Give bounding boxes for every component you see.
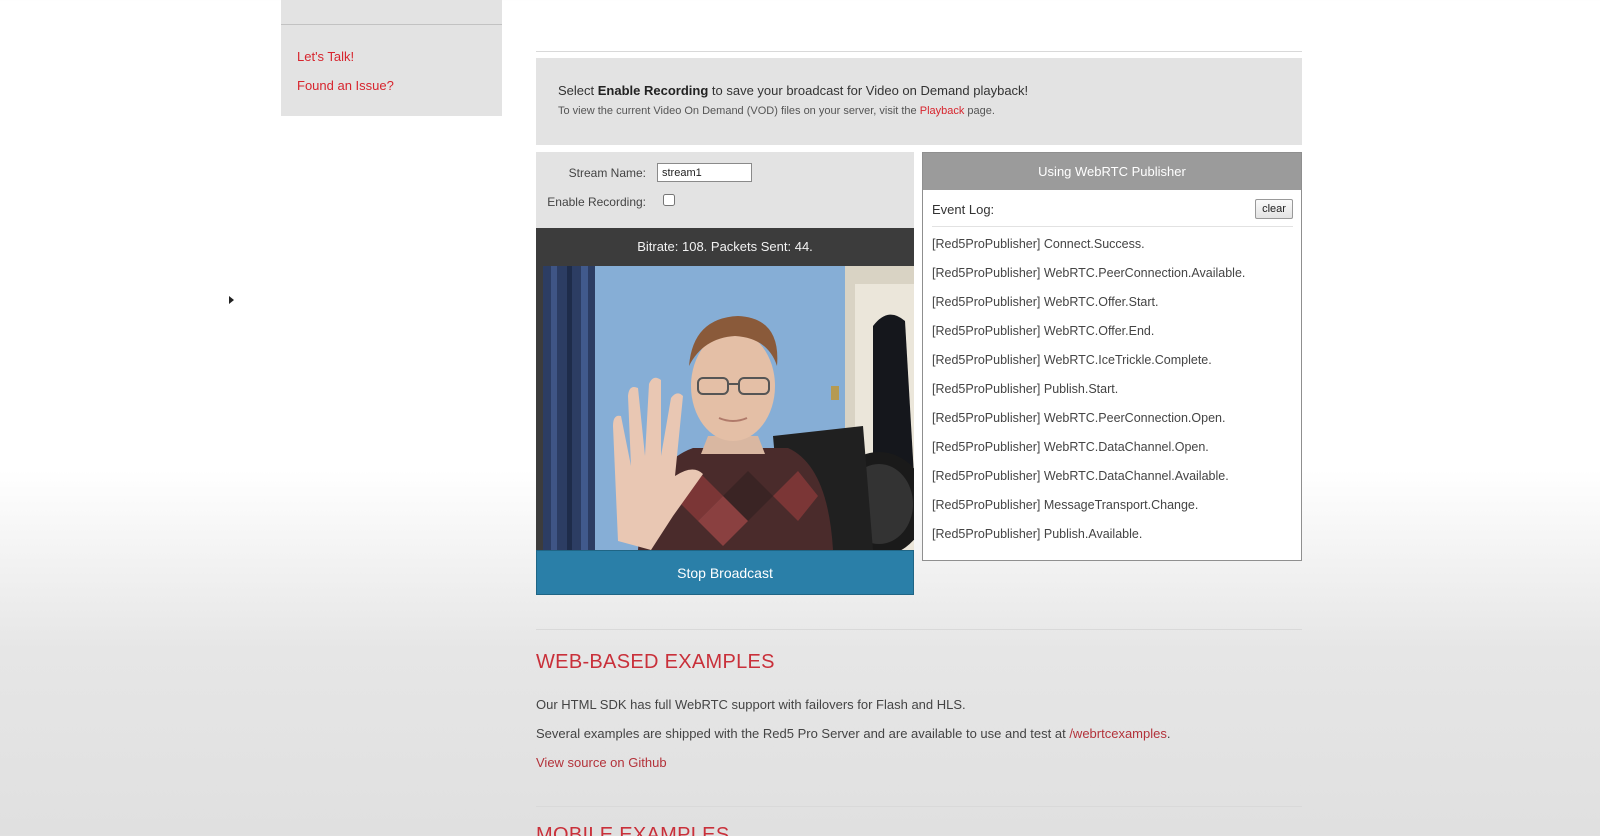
sidebar-divider xyxy=(281,24,502,25)
event-log-item: [Red5ProPublisher] WebRTC.IceTrickle.Com… xyxy=(932,353,1212,367)
info-text: to save your broadcast for Video on Dema… xyxy=(708,83,1029,98)
event-log-item: [Red5ProPublisher] WebRTC.PeerConnection… xyxy=(932,411,1226,425)
event-log-item: [Red5ProPublisher] Connect.Success. xyxy=(932,237,1145,251)
publisher-panel-title: Using WebRTC Publisher xyxy=(923,153,1301,190)
webcam-person-image xyxy=(543,266,914,550)
info-text: page. xyxy=(964,105,995,117)
web-examples-para-1: Our HTML SDK has full WebRTC support wit… xyxy=(536,697,966,712)
github-source-link[interactable]: View source on Github xyxy=(536,755,667,770)
video-preview xyxy=(543,266,914,550)
publisher-settings-form: Stream Name: Enable Recording: xyxy=(536,152,914,228)
video-panel: Bitrate: 108. Packets Sent: 44. Stop Bro… xyxy=(536,228,914,595)
top-divider xyxy=(536,51,1302,52)
info-text: Select xyxy=(558,83,598,98)
recording-info-box: Select Enable Recording to save your bro… xyxy=(536,58,1302,145)
para-text: Several examples are shipped with the Re… xyxy=(536,726,1070,741)
playback-link[interactable]: Playback xyxy=(920,105,965,117)
stream-name-label: Stream Name: xyxy=(568,166,646,180)
mobile-examples-heading: MOBILE EXAMPLES xyxy=(536,824,730,836)
event-log-label: Event Log: xyxy=(932,202,995,217)
event-log-item: [Red5ProPublisher] WebRTC.Offer.End. xyxy=(932,324,1155,338)
event-log-list: [Red5ProPublisher] Connect.Success. [Red… xyxy=(932,236,1245,555)
event-log-item: [Red5ProPublisher] WebRTC.DataChannel.Op… xyxy=(932,440,1209,454)
enable-recording-checkbox[interactable] xyxy=(663,194,675,206)
sidebar-link-found-issue[interactable]: Found an Issue? xyxy=(297,78,394,93)
webrtc-publisher-panel: Using WebRTC Publisher Event Log: clear … xyxy=(922,152,1302,561)
stream-name-input[interactable] xyxy=(657,163,752,182)
clear-log-button[interactable]: clear xyxy=(1255,199,1293,219)
event-log-item: [Red5ProPublisher] Publish.Start. xyxy=(932,382,1119,396)
info-line-1: Select Enable Recording to save your bro… xyxy=(558,83,1028,98)
info-text: To view the current Video On Demand (VOD… xyxy=(558,105,920,117)
event-log-item: [Red5ProPublisher] WebRTC.PeerConnection… xyxy=(932,266,1246,280)
enable-recording-label: Enable Recording: xyxy=(547,195,646,209)
mouse-cursor-icon xyxy=(229,296,234,304)
web-examples-heading: WEB-BASED EXAMPLES xyxy=(536,651,775,673)
info-bold-text: Enable Recording xyxy=(597,83,709,98)
event-log-item: [Red5ProPublisher] Publish.Available. xyxy=(932,527,1143,541)
sidebar-link-lets-talk[interactable]: Let's Talk! xyxy=(297,49,354,64)
sidebar: Let's Talk! Found an Issue? xyxy=(281,0,502,116)
event-log-item: [Red5ProPublisher] WebRTC.DataChannel.Av… xyxy=(932,469,1229,483)
stop-broadcast-button[interactable]: Stop Broadcast xyxy=(536,550,914,595)
event-log-item: [Red5ProPublisher] WebRTC.Offer.Start. xyxy=(932,295,1159,309)
event-log-item: [Red5ProPublisher] MessageTransport.Chan… xyxy=(932,498,1199,512)
info-line-2: To view the current Video On Demand (VOD… xyxy=(558,105,995,117)
section-divider xyxy=(536,806,1302,807)
web-examples-para-2: Several examples are shipped with the Re… xyxy=(536,726,1170,741)
section-divider xyxy=(536,629,1302,630)
event-log-divider xyxy=(932,226,1293,227)
bitrate-status: Bitrate: 108. Packets Sent: 44. xyxy=(637,239,813,254)
para-text: . xyxy=(1166,726,1171,741)
webrtc-examples-link[interactable]: /webrtcexamples xyxy=(1069,726,1167,741)
